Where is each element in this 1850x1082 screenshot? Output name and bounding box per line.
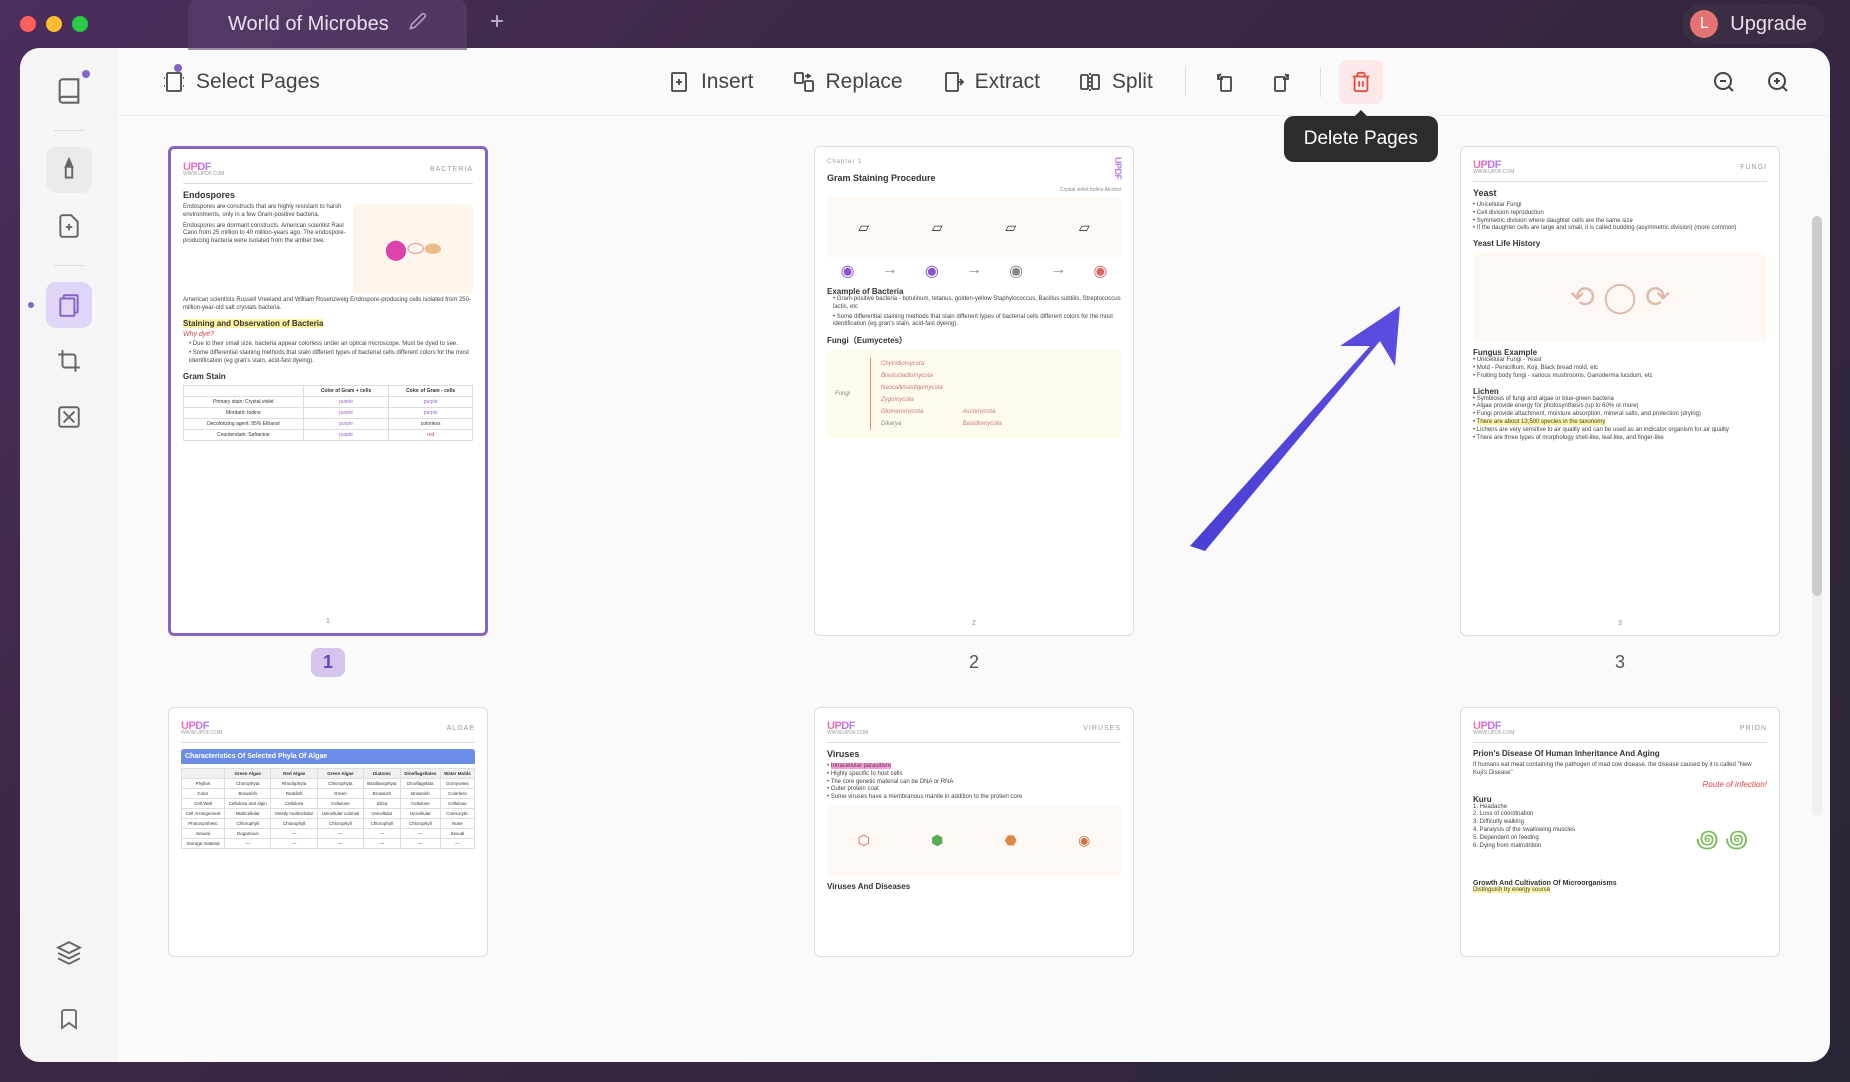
toolbar: Select Pages Insert Replace Extract Spli… — [118, 48, 1830, 116]
sidebar-bookmark[interactable] — [46, 996, 92, 1042]
scrollbar-thumb[interactable] — [1812, 216, 1822, 596]
content-area: Select Pages Insert Replace Extract Spli… — [118, 48, 1830, 1062]
page-number-2: 2 — [957, 648, 991, 677]
page-thumbnail-5[interactable]: UPDF WWW.UPDF.COM VIRUSES Viruses • Intr… — [814, 707, 1134, 957]
endospore-diagram: ⬤⬭⬬ — [353, 204, 473, 294]
divider — [54, 265, 84, 266]
algae-table: Green AlgaeRed AlgaeGreen AlgaeDiatomsDi… — [181, 768, 475, 849]
tab-title: World of Microbes — [228, 13, 389, 36]
zoom-out-button[interactable] — [1702, 60, 1746, 104]
page-number-3: 3 — [1603, 648, 1637, 677]
page-grid: UPDF WWW.UPDF.COM BACTERIA Endospores En… — [118, 116, 1830, 1062]
upgrade-label: Upgrade — [1730, 13, 1807, 36]
rotate-right-button[interactable] — [1258, 60, 1302, 104]
page-thumbnail-1[interactable]: UPDF WWW.UPDF.COM BACTERIA Endospores En… — [168, 146, 488, 636]
sidebar-organize-pages[interactable] — [46, 282, 92, 328]
staining-diagram: ▱▱▱▱ — [827, 197, 1121, 257]
maximize-window[interactable] — [72, 16, 88, 32]
extract-label: Extract — [975, 70, 1040, 94]
prion-diagram: ꩜ ꩜ — [1677, 804, 1767, 874]
fungi-tree: Fungi Chytridiomycota Blastocladiomycota… — [827, 350, 1121, 438]
virus-diagram: ⬡⬢⬣◉ — [827, 806, 1121, 876]
divider — [1185, 67, 1186, 97]
divider — [54, 130, 84, 131]
page-thumbnail-3[interactable]: UPDF WWW.UPDF.COM FUNGI Yeast • Unicellu… — [1460, 146, 1780, 636]
upgrade-button[interactable]: L Upgrade — [1682, 4, 1825, 44]
sidebar — [20, 48, 118, 1062]
page-thumbnail-4[interactable]: UPDF WWW.UPDF.COM ALGAE Characteristics … — [168, 707, 488, 957]
titlebar: World of Microbes L Upgrade — [0, 0, 1850, 48]
sidebar-comment[interactable] — [46, 147, 92, 193]
insert-button[interactable]: Insert — [653, 60, 768, 104]
split-label: Split — [1112, 70, 1153, 94]
notification-dot — [82, 70, 90, 78]
badge — [174, 64, 182, 72]
avatar: L — [1690, 10, 1718, 38]
page-item-3[interactable]: UPDF WWW.UPDF.COM FUNGI Yeast • Unicellu… — [1460, 146, 1780, 677]
add-tab-button[interactable] — [487, 10, 507, 38]
yeast-cycle-diagram: ⟲ ◯ ⟳ — [1473, 252, 1767, 342]
page-number-1: 1 — [311, 648, 345, 677]
split-button[interactable]: Split — [1064, 60, 1167, 104]
page-thumbnail-6[interactable]: UPDF WWW.UPDF.COM PRION Prion's Disease … — [1460, 707, 1780, 957]
page-item-5[interactable]: UPDF WWW.UPDF.COM VIRUSES Viruses • Intr… — [814, 707, 1134, 957]
page-thumbnail-2[interactable]: Chapter 1 UPDF Gram Staining Procedure C… — [814, 146, 1134, 636]
gram-table: Color of Gram + cellsColor of Gram - cel… — [183, 385, 473, 441]
document-tab[interactable]: World of Microbes — [188, 0, 467, 50]
replace-button[interactable]: Replace — [778, 60, 917, 104]
sidebar-layers[interactable] — [46, 930, 92, 976]
page-item-4[interactable]: UPDF WWW.UPDF.COM ALGAE Characteristics … — [168, 707, 488, 957]
sidebar-watermark[interactable] — [46, 394, 92, 440]
delete-tooltip: Delete Pages — [1284, 116, 1438, 162]
sidebar-crop[interactable] — [46, 338, 92, 384]
main-window: Select Pages Insert Replace Extract Spli… — [20, 48, 1830, 1062]
zoom-in-button[interactable] — [1756, 60, 1800, 104]
select-pages-label: Select Pages — [196, 70, 320, 94]
delete-pages-button[interactable]: Delete Pages — [1339, 60, 1383, 104]
sidebar-edit[interactable] — [46, 203, 92, 249]
select-pages-button[interactable]: Select Pages — [148, 60, 334, 104]
page-item-1[interactable]: UPDF WWW.UPDF.COM BACTERIA Endospores En… — [168, 146, 488, 677]
extract-button[interactable]: Extract — [927, 60, 1054, 104]
close-window[interactable] — [20, 16, 36, 32]
divider — [1320, 67, 1321, 97]
edit-title-icon[interactable] — [409, 12, 427, 36]
page-item-2[interactable]: Chapter 1 UPDF Gram Staining Procedure C… — [814, 146, 1134, 677]
page-item-6[interactable]: UPDF WWW.UPDF.COM PRION Prion's Disease … — [1460, 707, 1780, 957]
replace-label: Replace — [826, 70, 903, 94]
active-indicator — [28, 302, 34, 308]
rotate-left-button[interactable] — [1204, 60, 1248, 104]
minimize-window[interactable] — [46, 16, 62, 32]
insert-label: Insert — [701, 70, 754, 94]
window-controls — [20, 16, 88, 32]
sidebar-reader[interactable] — [46, 68, 92, 114]
scrollbar[interactable] — [1812, 216, 1822, 816]
